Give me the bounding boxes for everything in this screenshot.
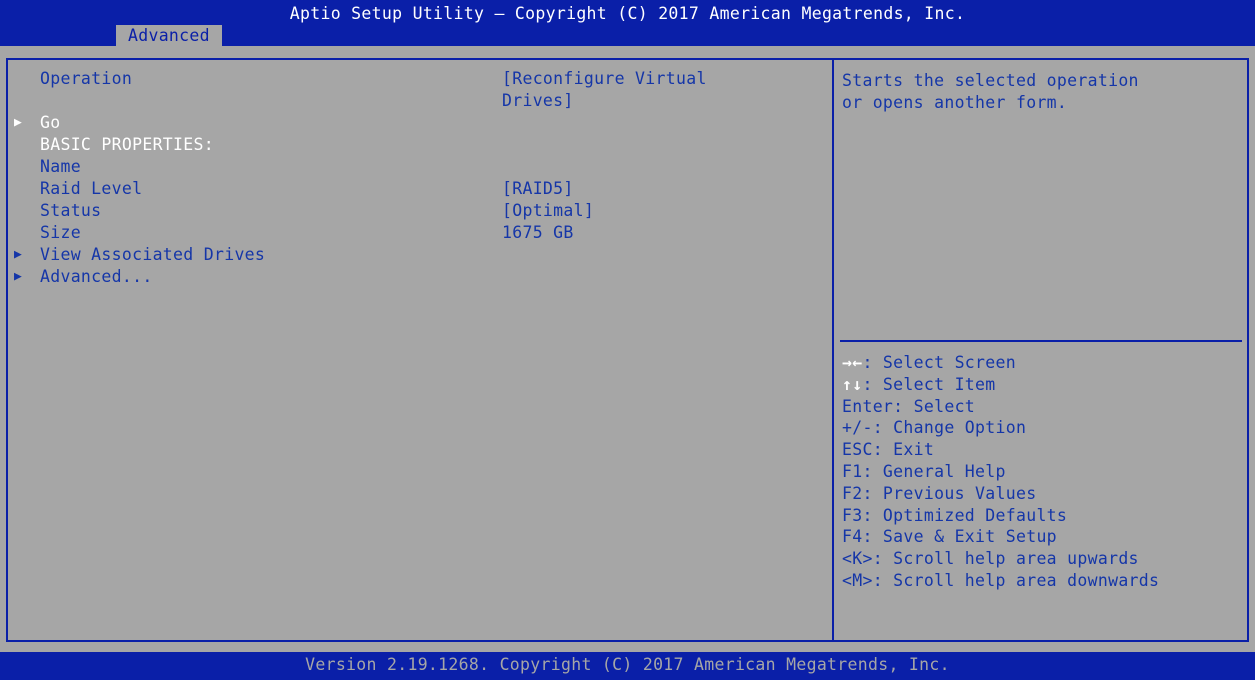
up-down-arrows-icon: ↑↓ [842, 374, 863, 394]
help-divider [840, 340, 1242, 342]
key-esc: ESC: Exit [842, 440, 935, 460]
main-panel: Operation [Reconfigure Virtual Drives] ▶… [6, 58, 834, 642]
key-f1: F1: General Help [842, 461, 1006, 481]
page-title: Aptio Setup Utility – Copyright (C) 2017… [289, 4, 966, 23]
key-legend: →←: Select Screen ↑↓: Select Item Enter:… [842, 352, 1159, 592]
go-label: Go [40, 113, 61, 132]
header-bar: Aptio Setup Utility – Copyright (C) 2017… [0, 0, 1255, 46]
submenu-arrow-icon: ▶ [14, 115, 23, 130]
status-value: [Optimal] [502, 201, 595, 220]
submenu-arrow-icon: ▶ [14, 247, 23, 262]
status-label: Status [40, 201, 102, 220]
key-f4: F4: Save & Exit Setup [842, 527, 1057, 547]
footer-bar: Version 2.19.1268. Copyright (C) 2017 Am… [0, 652, 1255, 680]
submenu-arrow-icon: ▶ [14, 269, 23, 284]
name-label: Name [40, 157, 81, 176]
help-text: Starts the selected operation or opens a… [842, 71, 1139, 112]
tab-advanced[interactable]: Advanced [116, 25, 222, 46]
raid-level-label: Raid Level [40, 179, 143, 198]
operation-label: Operation [40, 69, 133, 88]
raid-level-value: [RAID5] [502, 179, 574, 198]
key-m: <M>: Scroll help area downwards [842, 570, 1160, 590]
view-associated-drives-label: View Associated Drives [40, 245, 266, 264]
left-right-arrows-icon: →← [842, 353, 863, 372]
size-value: 1675 GB [502, 223, 574, 242]
key-change-option: +/-: Change Option [842, 418, 1027, 438]
key-k: <K>: Scroll help area upwards [842, 549, 1139, 569]
bios-setup-screen: Aptio Setup Utility – Copyright (C) 2017… [0, 0, 1255, 680]
advanced-label: Advanced... [40, 267, 153, 286]
key-f2: F2: Previous Values [842, 483, 1037, 503]
key-enter: Enter: Select [842, 396, 976, 416]
operation-value-line2: Drives] [502, 91, 574, 110]
key-f3: F3: Optimized Defaults [842, 505, 1068, 525]
key-select-item: ↑↓: Select Item [842, 374, 996, 394]
size-label: Size [40, 223, 81, 242]
basic-properties-label: BASIC PROPERTIES: [40, 135, 214, 154]
key-select-screen: →←: Select Screen [842, 353, 1016, 372]
help-panel: Starts the selected operation or opens a… [832, 58, 1249, 642]
operation-value[interactable]: [Reconfigure Virtual [502, 68, 707, 90]
